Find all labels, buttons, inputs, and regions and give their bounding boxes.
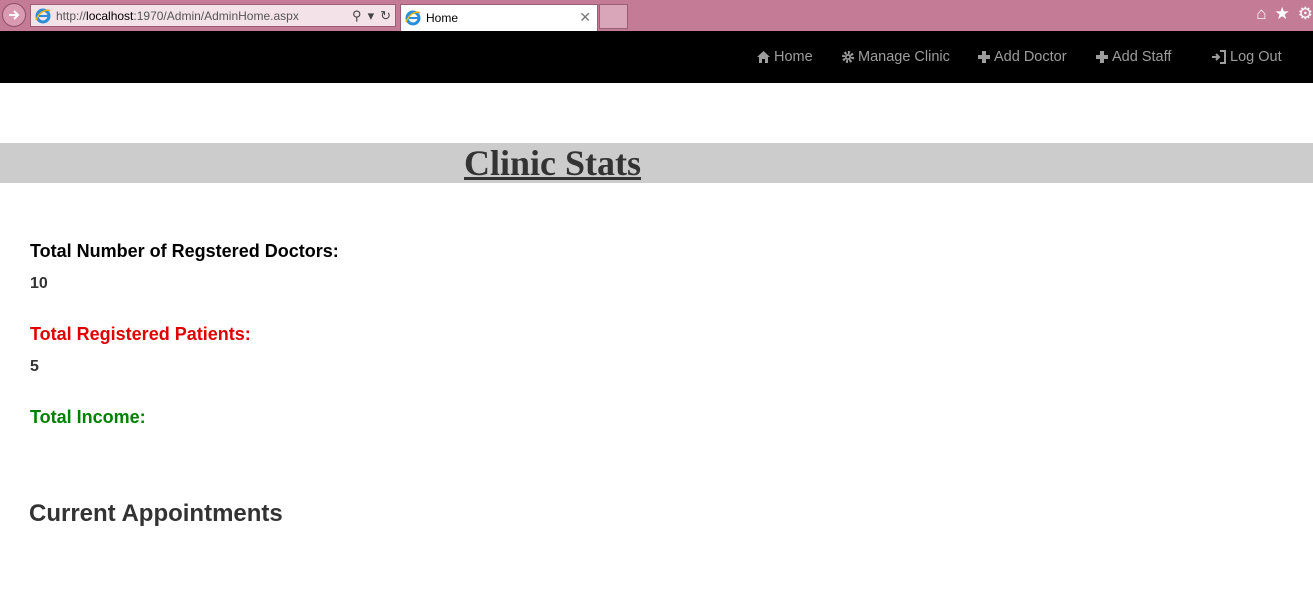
- appointments-heading: Current Appointments: [29, 500, 283, 527]
- gear-icon[interactable]: ⚙: [1298, 4, 1313, 24]
- ie-icon: [35, 8, 51, 23]
- nav-log-out[interactable]: Log Out: [1211, 31, 1282, 83]
- nav-manage-clinic-label: Manage Clinic: [858, 49, 950, 65]
- plus-icon: [978, 51, 990, 63]
- patients-value: 5: [30, 358, 39, 375]
- heading-band: [0, 143, 1313, 183]
- doctors-label: Total Number of Regstered Doctors:: [30, 241, 339, 261]
- log-out-icon: [1212, 50, 1226, 64]
- gear-icon: [842, 51, 854, 63]
- star-icon[interactable]: ★: [1275, 4, 1290, 24]
- ie-icon: [405, 10, 421, 26]
- plus-icon: [1096, 51, 1108, 63]
- refresh-icon[interactable]: ↻: [380, 7, 391, 24]
- income-label: Total Income:: [30, 407, 146, 427]
- browser-tab[interactable]: Home ✕: [400, 4, 598, 31]
- nav-add-staff-label: Add Staff: [1112, 49, 1172, 65]
- home-icon[interactable]: ⌂: [1256, 4, 1266, 24]
- nav-add-doctor-label: Add Doctor: [994, 49, 1067, 65]
- arrow-right-icon: [9, 10, 20, 20]
- patients-label: Total Registered Patients:: [30, 324, 251, 344]
- back-button[interactable]: [2, 3, 26, 27]
- nav-home-label: Home: [774, 49, 813, 65]
- nav-manage-clinic[interactable]: Manage Clinic: [841, 31, 950, 83]
- tab-title: Home: [426, 11, 459, 25]
- home-icon: [757, 51, 770, 63]
- page-title: Clinic Stats: [464, 143, 642, 183]
- address-bar[interactable]: http://localhost:1970/Admin/AdminHome.as…: [30, 4, 396, 27]
- url-text: http://localhost:1970/Admin/AdminHome.as…: [56, 8, 299, 23]
- chevron-down-icon[interactable]: ▾: [368, 7, 375, 24]
- new-tab-button[interactable]: [599, 4, 628, 29]
- search-icon[interactable]: ⚲: [352, 7, 362, 24]
- nav-add-staff[interactable]: Add Staff: [1095, 31, 1171, 83]
- browser-chrome: http://localhost:1970/Admin/AdminHome.as…: [0, 0, 1313, 31]
- nav-home[interactable]: Home: [756, 31, 813, 83]
- doctors-value: 10: [30, 275, 48, 292]
- nav-log-out-label: Log Out: [1230, 49, 1282, 65]
- nav-add-doctor[interactable]: Add Doctor: [977, 31, 1067, 83]
- close-icon[interactable]: ✕: [579, 9, 591, 26]
- navbar: Home Manage Clinic Add Doctor Add Staff …: [0, 31, 1313, 83]
